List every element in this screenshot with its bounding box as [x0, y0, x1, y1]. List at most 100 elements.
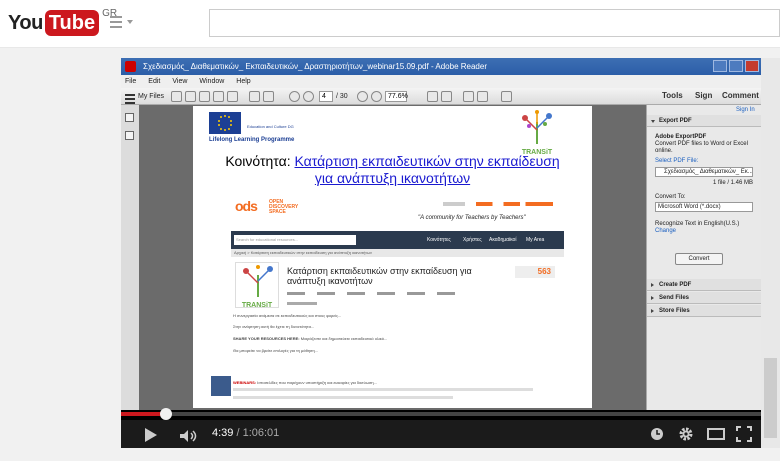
minimize-icon — [713, 60, 727, 72]
export-pdf-header: Export PDF — [647, 115, 761, 127]
page-total: / 30 — [336, 93, 348, 100]
ods-card-title-line1: Κατάρτιση εκπαιδευτικών στην εκπαίδευση … — [287, 266, 472, 276]
ods-navbar: Search for educational resources... Κοιν… — [231, 231, 564, 249]
store-files-header: Store Files — [647, 305, 761, 317]
community-label: Κοινότητα: — [225, 153, 291, 169]
menu-view: View — [172, 78, 188, 85]
export-icon — [213, 91, 224, 102]
fullscreen-icon[interactable] — [736, 426, 752, 442]
transit-card-text: TRANSiT — [241, 302, 273, 309]
reader-titlebar: Σχεδιασμός_ Διαθεματικών_ Εκπαιδευτικών_… — [121, 58, 761, 75]
convert-button: Convert — [675, 253, 723, 265]
ods-name: OPEN DISCOVERY SPACE — [269, 200, 298, 215]
ods-view-count: 563 — [515, 266, 555, 278]
zoom-out-icon — [357, 91, 368, 102]
llp-caption: Lifelong Learning Programme — [209, 137, 295, 143]
community-title-line2: για ανάπτυξη ικανοτήτων — [314, 170, 471, 186]
save-icon — [199, 91, 210, 102]
community-heading: Κοινότητα: Κατάρτιση εκπαιδευτικών στην … — [193, 153, 592, 187]
video-player[interactable]: Σχεδιασμός_ Διαθεματικών_ Εκπαιδευτικών_… — [121, 58, 761, 448]
close-icon — [745, 60, 759, 72]
play-icon[interactable] — [145, 428, 157, 442]
player-controls: 4:39 / 1:06:01 — [121, 420, 761, 448]
prev-page-icon — [289, 91, 300, 102]
comment-tab: Comment — [722, 91, 759, 100]
ods-breadcrumb: Αρχική > Κατάρτιση εκπαιδευτικών στην εκ… — [231, 249, 564, 257]
ods-webinars-row: WEBINARS: Ιστοσελίδες που παρέχουν υποστ… — [233, 380, 563, 385]
eu-flag-logo — [209, 112, 241, 134]
eu-caption: Education and Culture DG — [247, 124, 294, 129]
fit-page-icon — [427, 91, 438, 102]
menu-edit: Edit — [148, 78, 161, 85]
hamburger-icon — [125, 91, 136, 104]
video-frame-adobe-reader: Σχεδιασμός_ Διαθεματικών_ Εκπαιδευτικών_… — [121, 58, 761, 410]
pdf-page: Education and Culture DG Lifelong Learni… — [193, 106, 592, 408]
progress-bar[interactable] — [121, 412, 761, 416]
transit-logo-card: TRANSiT — [235, 262, 279, 309]
masthead: You Tube GR — [0, 0, 780, 48]
sign-tab: Sign — [695, 91, 713, 100]
convert-to-label: Convert To: — [655, 194, 686, 200]
menu-icon — [110, 16, 122, 18]
ods-search-input: Search for educational resources... — [234, 235, 356, 245]
ods-share-label: SHARE YOUR RESOURCES HERE: — [233, 336, 300, 341]
email-icon — [263, 91, 274, 102]
export-description: Convert PDF files to Word or Excel onlin… — [655, 141, 748, 154]
expand-icon — [501, 91, 512, 102]
ods-name-line3: SPACE — [269, 209, 286, 215]
theater-mode-icon[interactable] — [707, 426, 725, 442]
attachments-icon — [125, 131, 134, 140]
select-file-label: Select PDF File: — [655, 158, 699, 164]
ods-webinars-text: Ιστοσελίδες που παρέχουν υποστήριξη και … — [257, 380, 377, 385]
tools-tab: Tools — [662, 91, 683, 100]
maximize-icon — [729, 60, 743, 72]
ods-nav-users: Χρήστες — [463, 237, 482, 243]
page-scrollbar[interactable] — [761, 58, 780, 448]
ods-slogan: "A community for Teachers by Teachers" — [418, 215, 526, 221]
change-link: Change — [655, 228, 677, 234]
scrubber-handle[interactable] — [160, 408, 173, 420]
share-icon — [227, 91, 238, 102]
current-time: 4:39 — [212, 427, 234, 439]
ods-nav-myarea: My Area — [526, 237, 545, 243]
reader-menubar: File Edit View Window Help — [121, 75, 761, 88]
recognize-text: Recognize Text in English(U.S.) — [655, 221, 740, 227]
next-page-icon — [303, 91, 314, 102]
watch-later-icon[interactable] — [649, 426, 665, 442]
youtube-logo[interactable]: You Tube GR — [8, 8, 117, 36]
ods-top-links — [443, 202, 553, 206]
ods-card-title-line2: ανάπτυξη ικανοτήτων — [287, 276, 373, 286]
settings-gear-icon[interactable] — [678, 426, 694, 442]
window-buttons — [713, 60, 759, 72]
duration: / 1:06:01 — [236, 427, 280, 439]
ods-card-title: Κατάρτιση εκπαιδευτικών στην εκπαίδευση … — [287, 266, 472, 286]
highlight-icon — [477, 91, 488, 102]
ods-share-text: Μοιράζεστε και δημοσιεύετε εκπαιδευτικό … — [300, 336, 388, 341]
ods-share-row: SHARE YOUR RESOURCES HERE: Μοιράζεστε κα… — [233, 336, 563, 341]
ods-webinars-label: WEBINARS: — [233, 380, 257, 385]
menu-window: Window — [199, 78, 225, 85]
guide-menu-button[interactable] — [110, 16, 136, 30]
my-files-label: My Files — [138, 93, 165, 100]
community-title-line1: Κατάρτιση εκπαιδευτικών στην εκπαίδευση — [294, 153, 560, 169]
file-info: 1 file / 1.46 MB — [713, 180, 754, 186]
webinar-icon — [211, 376, 231, 396]
page-number-field: 4 — [319, 91, 333, 102]
ods-paragraph-2: Στην ανάρτηση αυτή θα έχετε τη δυνατότητ… — [233, 324, 315, 329]
volume-icon[interactable] — [180, 429, 198, 442]
menu-help: Help — [236, 78, 251, 85]
reader-window-title: Σχεδιασμός_ Διαθεματικών_ Εκπαιδευτικών_… — [143, 62, 487, 71]
time-display: 4:39 / 1:06:01 — [212, 427, 279, 439]
ods-text-line — [233, 396, 453, 399]
fit-width-icon — [441, 91, 452, 102]
create-pdf-header: Create PDF — [647, 279, 761, 291]
ods-paragraph-4: Θα μπορείτε να βρείτε επιλογές για τη μά… — [233, 348, 319, 353]
pdf-icon — [125, 61, 136, 72]
logo-tube: Tube — [44, 10, 100, 36]
open-icon — [185, 91, 196, 102]
ods-card-meta — [287, 292, 467, 295]
comment-icon — [463, 91, 474, 102]
reader-toolbar: My Files 4 / 30 77.6% Tools Sign Comment — [121, 88, 761, 105]
ods-text-line — [233, 388, 533, 391]
search-input[interactable] — [209, 9, 780, 37]
